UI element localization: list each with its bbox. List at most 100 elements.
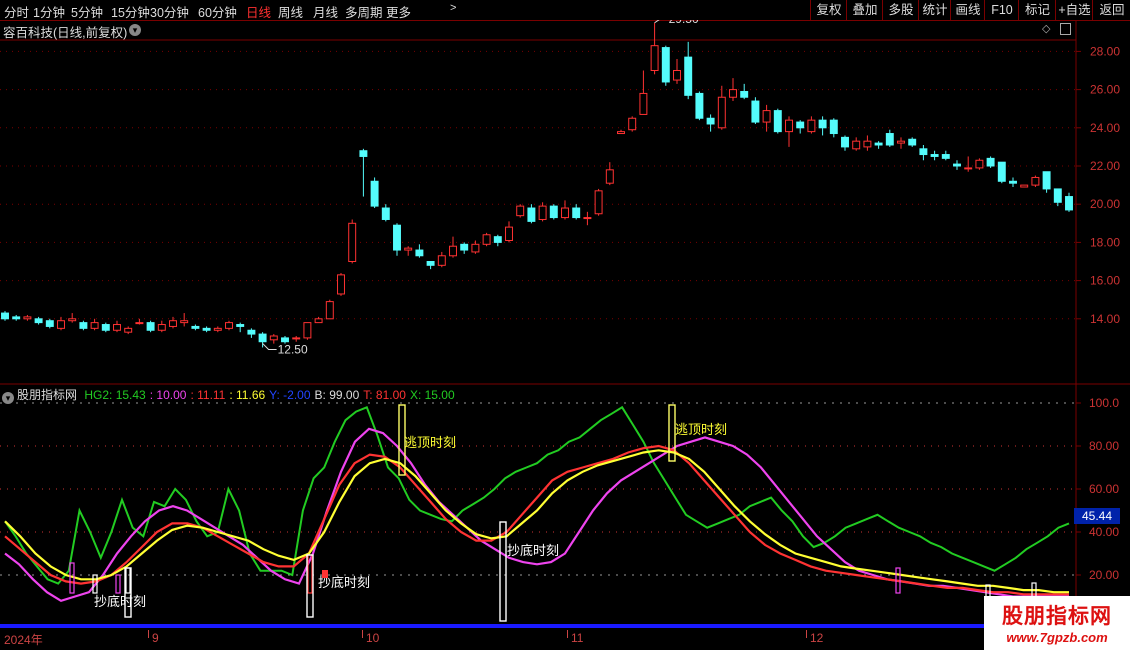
tab-timeframe-7[interactable]: 周线 [278, 2, 303, 21]
indicator-axis-label: 100.0 [1089, 396, 1119, 410]
tab-timeframe-5[interactable]: 60分钟 [198, 2, 237, 21]
candle-body [997, 161, 1006, 182]
candle-body [393, 224, 401, 251]
candle-body [23, 316, 32, 320]
candle-body [1031, 176, 1040, 186]
toolbar-button-7[interactable]: +自选 [1055, 0, 1093, 20]
tab-timeframe-10[interactable]: 更多 [386, 2, 411, 21]
buy-signal-label: 抄底时刻 [507, 543, 559, 559]
candle-body [381, 207, 390, 220]
candle-body [303, 322, 312, 339]
legend-item-6: T: 81.00 [363, 388, 406, 402]
candle-body [314, 318, 323, 324]
price-axis-label: 22.00 [1090, 159, 1120, 173]
tab-timeframe-2[interactable]: 5分钟 [71, 2, 103, 21]
chevron-down-icon[interactable]: ▾ [2, 392, 14, 404]
candle-body [953, 163, 961, 167]
candle-body [930, 154, 939, 157]
candle-body [605, 169, 614, 184]
sell-signal-label: 逃顶时刻 [675, 423, 727, 438]
candle-body [68, 318, 77, 322]
legend-item-4: Y: -2.00 [269, 388, 311, 402]
candle-body [348, 222, 357, 263]
indicator-axis-label: 40.00 [1089, 525, 1119, 539]
candle-body [941, 154, 950, 159]
candle-body [471, 243, 480, 253]
price-chart[interactable]: 28.00 26.00 24.00 22.00 20.00 18.00 16.00 14.00… [0, 20, 1130, 385]
candle-body [202, 327, 211, 331]
candle-body [135, 322, 144, 325]
candle-body [337, 274, 345, 295]
candle-body [897, 140, 905, 144]
candle-body [404, 247, 413, 251]
date-tick [806, 630, 807, 638]
date-label-2: 10 [366, 631, 380, 645]
candle-body [370, 180, 379, 207]
candle-body [829, 119, 838, 135]
candle-body [807, 119, 816, 133]
legend-item-2: : 11.11 [190, 388, 226, 402]
tab-timeframe-4[interactable]: 30分钟 [150, 2, 189, 21]
chevron-right-icon[interactable]: > [450, 2, 456, 14]
toolbar-button-0[interactable]: 复权 [810, 0, 847, 20]
candle-body [572, 207, 581, 219]
candle-body [639, 92, 648, 115]
toolbar-button-4[interactable]: 画线 [950, 0, 985, 20]
date-label-4: 12 [810, 631, 824, 645]
signal-stub-bar [125, 567, 131, 594]
watermark-url: www.7gpzb.com [1006, 630, 1108, 645]
candle-body [818, 119, 827, 129]
tab-timeframe-3[interactable]: 15分钟 [111, 2, 150, 21]
candle-body [986, 157, 995, 167]
toolbar-button-8[interactable]: 返回 [1092, 0, 1130, 20]
buy-signal-label: 抄底时刻 [94, 594, 146, 610]
indicator-chart[interactable]: 100.080.0060.0040.0020.00抄底时刻抄底时刻逃顶时刻抄底时… [0, 385, 1130, 630]
price-axis-label: 14.00 [1090, 312, 1120, 326]
tab-timeframe-9[interactable]: 多周期 [345, 2, 383, 21]
date-axis: 2024年 9 10 11 12 [0, 630, 1130, 650]
candle-body [124, 327, 133, 333]
date-label-3: 11 [571, 631, 584, 645]
candle-body [785, 119, 793, 133]
min-price-label: 12.50 [278, 342, 308, 356]
candle-body [449, 245, 457, 257]
indicator-name: 股朋指标网 [17, 388, 78, 402]
toolbar-button-6[interactable]: 标记 [1018, 0, 1056, 20]
candle-body [975, 159, 984, 169]
tab-timeframe-6[interactable]: 日线 [246, 2, 271, 21]
price-axis-label: 24.00 [1090, 121, 1120, 135]
candle-body [1065, 196, 1073, 211]
indicator-axis-label: 60.00 [1089, 482, 1119, 496]
candle-body [505, 226, 513, 241]
signal-stub-bar [69, 562, 75, 594]
candle-body [919, 148, 928, 156]
candle-body [12, 316, 21, 320]
candle-body [1042, 171, 1051, 190]
candle-body [482, 234, 491, 245]
candle-body [169, 320, 177, 327]
date-tick [567, 630, 568, 638]
sell-signal-label: 逃顶时刻 [404, 436, 456, 451]
tab-timeframe-1[interactable]: 1分钟 [33, 2, 65, 21]
price-axis-label: 20.00 [1090, 197, 1120, 211]
signal-stub-bar [115, 574, 121, 594]
candle-body [516, 205, 525, 217]
toolbar-button-3[interactable]: 统计 [918, 0, 951, 20]
legend-item-3: : 11.66 [229, 388, 266, 402]
toolbar-button-1[interactable]: 叠加 [846, 0, 883, 20]
toolbar-button-5[interactable]: F10 [984, 0, 1019, 20]
candle-body [594, 190, 603, 215]
series-red-line [4, 444, 1069, 596]
candle-body [762, 110, 771, 123]
candle-body [717, 96, 726, 129]
tab-timeframe-0[interactable]: 分时 [4, 2, 29, 21]
baseline-y [0, 624, 984, 628]
date-label-1: 9 [152, 631, 159, 645]
tab-timeframe-8[interactable]: 月线 [313, 2, 338, 21]
candle-body [695, 92, 704, 119]
candle-body [617, 131, 625, 135]
candle-body [146, 322, 155, 331]
toolbar-button-2[interactable]: 多股 [882, 0, 919, 20]
candle-body [908, 138, 917, 146]
candle-body [236, 324, 245, 327]
